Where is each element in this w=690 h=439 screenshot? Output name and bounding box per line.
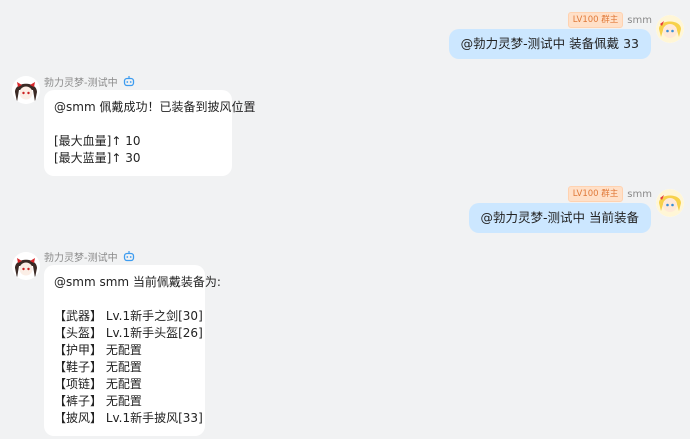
message-line: 【武器】 Lv.1新手之剑[30]	[54, 309, 203, 323]
bot-message-bubble[interactable]: @smm 佩戴成功！已装备到披风位置 [最大血量]↑ 10 [最大蓝量]↑ 30	[44, 90, 256, 176]
meta-user-2: LV100 群主 smm	[567, 186, 652, 202]
user-message-bubble[interactable]: @勃力灵梦-测试中 装备佩戴 33	[448, 29, 651, 59]
message-line: 【项链】 无配置	[54, 377, 142, 391]
message-line: 【护甲】 无配置	[54, 343, 142, 357]
meta-bot-1: 勃力灵梦-测试中	[44, 73, 135, 89]
meta-bot-2: 勃力灵梦-测试中	[44, 248, 135, 264]
message-line: @smm smm 当前佩戴装备为:	[54, 275, 221, 289]
bot-avatar[interactable]	[12, 252, 40, 280]
bot-avatar[interactable]	[12, 76, 40, 104]
message-line: [最大蓝量]↑ 30	[54, 151, 141, 165]
reimu-anime-avatar-icon	[12, 252, 40, 280]
sender-name[interactable]: 勃力灵梦-测试中	[44, 74, 118, 89]
bot-message-bubble[interactable]: @smm smm 当前佩戴装备为: 【武器】 Lv.1新手之剑[30] 【头盔】…	[44, 265, 221, 436]
blonde-anime-avatar-icon	[656, 15, 684, 43]
message-line: 【头盔】 Lv.1新手头盔[26]	[54, 326, 203, 340]
message-line: @smm 佩戴成功！已装备到披风位置	[54, 100, 256, 114]
sender-name[interactable]: smm	[627, 15, 652, 26]
user-avatar[interactable]	[656, 189, 684, 217]
rank-badge: LV100 群主	[567, 12, 624, 28]
message-line: 【裤子】 无配置	[54, 394, 142, 408]
user-avatar[interactable]	[656, 15, 684, 43]
message-line	[54, 291, 195, 308]
message-line: 【鞋子】 无配置	[54, 360, 142, 374]
reimu-anime-avatar-icon	[12, 76, 40, 104]
message-line: 【披风】 Lv.1新手披风[33]	[54, 411, 203, 425]
blonde-anime-avatar-icon	[656, 189, 684, 217]
sender-name[interactable]: 勃力灵梦-测试中	[44, 249, 118, 264]
sender-name[interactable]: smm	[627, 189, 652, 200]
message-line	[54, 116, 222, 133]
robot-icon	[123, 251, 134, 262]
message-text: @勃力灵梦-测试中 当前装备	[480, 210, 640, 225]
rank-badge: LV100 群主	[567, 186, 624, 202]
robot-icon	[123, 76, 134, 87]
meta-user-1: LV100 群主 smm	[567, 12, 652, 28]
user-message-bubble[interactable]: @勃力灵梦-测试中 当前装备	[468, 203, 651, 233]
message-line: [最大血量]↑ 10	[54, 134, 141, 148]
message-text: @勃力灵梦-测试中 装备佩戴 33	[460, 36, 639, 51]
